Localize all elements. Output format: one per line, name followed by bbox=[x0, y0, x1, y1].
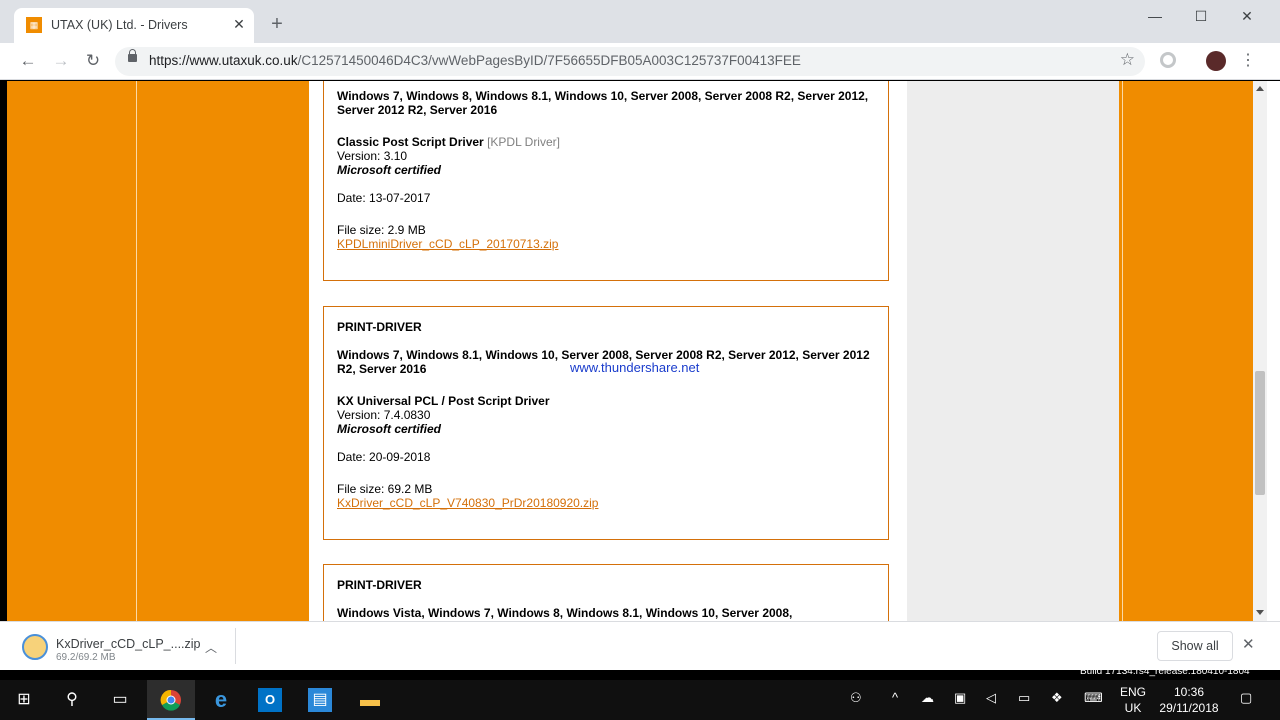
chevron-up-icon[interactable]: ^ bbox=[892, 690, 898, 705]
certified-label: Microsoft certified bbox=[337, 422, 442, 436]
download-filename: KxDriver_cCD_cLP_....zip bbox=[56, 637, 201, 651]
file-explorer-icon[interactable]: ▬ bbox=[358, 688, 382, 712]
scrollbar-thumb[interactable] bbox=[1255, 371, 1265, 495]
download-item[interactable]: KxDriver_cCD_cLP_....zip 69.2/69.2 MB ︿ bbox=[10, 628, 236, 664]
left-divider bbox=[136, 81, 137, 621]
browser-tab[interactable]: ▦ UTAX (UK) Ltd. - Drivers ✕ bbox=[14, 8, 254, 43]
language-indicator[interactable]: ENG UK bbox=[1118, 684, 1148, 716]
browser-toolbar: ← → ↻ https://www.utaxuk.co.uk/C12571450… bbox=[0, 43, 1280, 80]
forward-button[interactable]: → bbox=[49, 49, 73, 73]
internet-explorer-icon[interactable]: e bbox=[209, 688, 233, 712]
reload-button[interactable]: ↻ bbox=[81, 49, 105, 73]
onedrive-icon[interactable]: ☁ bbox=[921, 690, 934, 706]
driver-card-vista: PRINT-DRIVER Windows Vista, Windows 7, W… bbox=[323, 564, 889, 621]
os-list: Windows Vista, Windows 7, Windows 8, Win… bbox=[337, 606, 793, 620]
new-tab-button[interactable]: + bbox=[266, 13, 288, 35]
dropbox-icon[interactable]: ❖ bbox=[1051, 690, 1063, 706]
windows-build-text: Build 17134.rs4_release.180410-1804 bbox=[1080, 666, 1250, 677]
tab-title: UTAX (UK) Ltd. - Drivers bbox=[51, 18, 188, 32]
right-divider bbox=[1122, 81, 1123, 621]
chrome-icon[interactable] bbox=[159, 688, 183, 712]
people-icon[interactable]: ⚇ bbox=[850, 690, 862, 706]
driver-date: Date: 20-09-2018 bbox=[337, 450, 431, 464]
download-shelf: KxDriver_cCD_cLP_....zip 69.2/69.2 MB ︿ … bbox=[0, 621, 1280, 670]
back-button[interactable]: ← bbox=[16, 49, 40, 73]
page-scrollbar[interactable] bbox=[1253, 81, 1267, 621]
os-list-cont: Server 2012 R2, Server 2016 bbox=[337, 103, 498, 117]
driver-card-kx-universal: PRINT-DRIVER Windows 7, Windows 8.1, Win… bbox=[323, 306, 889, 540]
search-icon[interactable]: ⚲ bbox=[60, 688, 84, 712]
lock-icon bbox=[128, 49, 137, 62]
watermark-text: www.thundershare.net bbox=[570, 360, 700, 375]
scroll-down-arrow-icon[interactable] bbox=[1256, 610, 1264, 615]
close-window-button[interactable]: ✕ bbox=[1224, 4, 1270, 28]
keyboard-icon[interactable]: ⌨ bbox=[1084, 690, 1103, 706]
battery-icon[interactable]: ▭ bbox=[1018, 690, 1030, 706]
zip-file-icon bbox=[22, 634, 48, 660]
chrome-menu-icon[interactable]: ⋮ bbox=[1240, 49, 1256, 73]
chevron-up-icon[interactable]: ︿ bbox=[205, 639, 217, 656]
window-edge bbox=[1267, 81, 1280, 670]
driver-date: Date: 13-07-2017 bbox=[337, 191, 431, 205]
right-sidebar bbox=[907, 81, 1119, 621]
download-progress: 69.2/69.2 MB bbox=[56, 652, 116, 663]
windows-start-icon[interactable]: ⊞ bbox=[12, 688, 36, 712]
url-text: https://www.utaxuk.co.uk/C12571450046D4C… bbox=[149, 53, 801, 68]
maximize-button[interactable]: ☐ bbox=[1178, 4, 1224, 28]
title-bar: ▦ UTAX (UK) Ltd. - Drivers ✕ + — ☐ ✕ bbox=[0, 0, 1280, 43]
card-heading: PRINT-DRIVER bbox=[337, 320, 422, 334]
driver-card-kpdl: Windows 7, Windows 8, Windows 8.1, Windo… bbox=[323, 81, 889, 281]
driver-version: Version: 7.4.0830 bbox=[337, 408, 431, 422]
driver-title: KX Universal PCL / Post Script Driver bbox=[337, 394, 550, 408]
minimize-button[interactable]: — bbox=[1132, 4, 1178, 28]
close-shelf-icon[interactable]: ✕ bbox=[1242, 635, 1255, 653]
certified-label: Microsoft certified bbox=[337, 163, 442, 177]
system-clock[interactable]: 10:36 29/11/2018 bbox=[1156, 684, 1222, 716]
show-all-button[interactable]: Show all bbox=[1157, 631, 1233, 661]
card-heading: PRINT-DRIVER bbox=[337, 578, 422, 592]
utax-favicon-icon: ▦ bbox=[26, 17, 42, 33]
os-list: Windows 7, Windows 8, Windows 8.1, Windo… bbox=[337, 89, 869, 103]
bookmark-star-icon[interactable]: ☆ bbox=[1120, 50, 1135, 70]
driver-filesize: File size: 69.2 MB bbox=[337, 482, 433, 496]
os-list-cont: R2, Server 2016 bbox=[337, 362, 427, 376]
volume-icon[interactable]: ◁ bbox=[986, 690, 996, 706]
task-view-icon[interactable]: ▭ bbox=[108, 688, 132, 712]
extension-icon[interactable] bbox=[1160, 52, 1176, 68]
tab-close-icon[interactable]: ✕ bbox=[230, 15, 248, 33]
page-viewport: Windows 7, Windows 8, Windows 8.1, Windo… bbox=[7, 81, 1253, 621]
outlook-icon[interactable]: O bbox=[258, 688, 282, 712]
network-icon[interactable]: ▣ bbox=[954, 690, 966, 706]
driver-title: Classic Post Script Driver [KPDL Driver] bbox=[337, 135, 560, 149]
driver-filesize: File size: 2.9 MB bbox=[337, 223, 426, 237]
action-center-icon[interactable]: ▢ bbox=[1240, 690, 1252, 706]
windows-taskbar: ⊞ ⚲ ▭ e O ▤ ▬ ⚇ ^ ☁ ▣ ◁ ▭ ❖ ⌨ ENG UK 10:3… bbox=[0, 680, 1280, 720]
driver-version: Version: 3.10 bbox=[337, 149, 408, 163]
control-panel-icon[interactable]: ▤ bbox=[308, 688, 332, 712]
driver-download-link[interactable]: KPDLminiDriver_cCD_cLP_20170713.zip bbox=[337, 237, 558, 251]
driver-download-link[interactable]: KxDriver_cCD_cLP_V740830_PrDr20180920.zi… bbox=[337, 496, 598, 510]
scroll-up-arrow-icon[interactable] bbox=[1256, 86, 1264, 91]
address-bar[interactable]: https://www.utaxuk.co.uk/C12571450046D4C… bbox=[115, 47, 1145, 76]
profile-avatar[interactable] bbox=[1206, 51, 1226, 71]
